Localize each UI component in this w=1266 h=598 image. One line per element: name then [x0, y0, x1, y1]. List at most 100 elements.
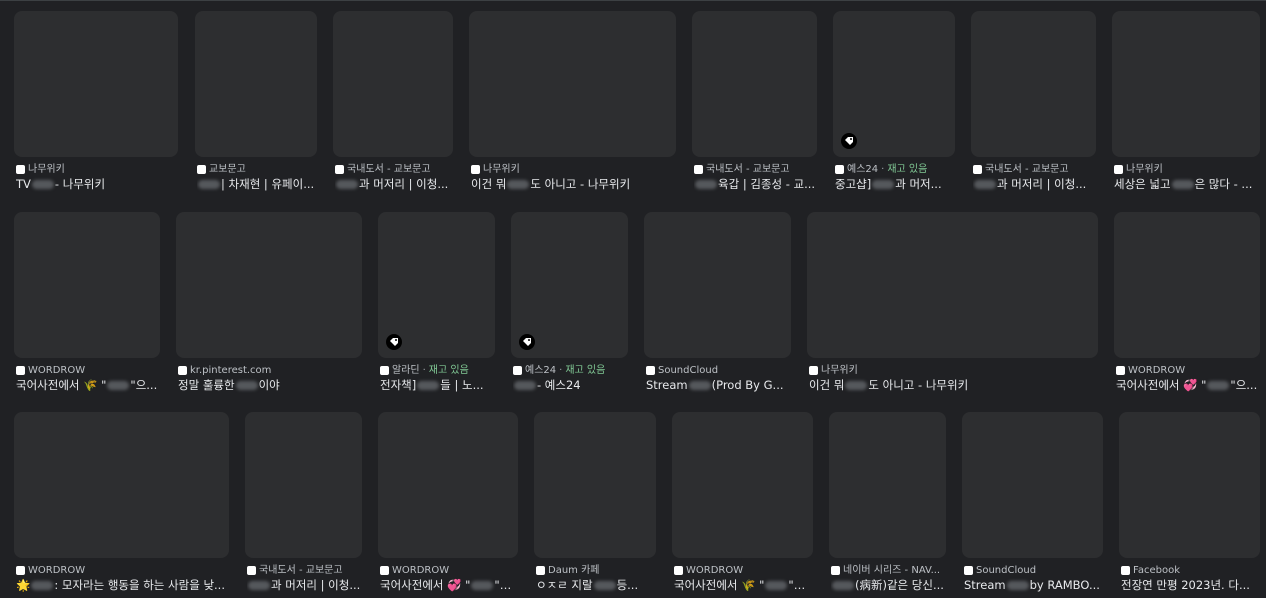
result-title[interactable]: 육갑 | 김종성 - 교...	[694, 177, 817, 192]
stock-status: 재고 있음	[428, 365, 469, 376]
title-text: (Prod By G...	[711, 378, 784, 392]
result-thumbnail[interactable]	[14, 412, 229, 558]
image-result-card[interactable]: WORDROW 🌟: 모자라는 행동을 하는 사람을 낮...	[14, 412, 229, 598]
source-name: 예스24	[525, 365, 557, 376]
result-title[interactable]: - 예스24	[513, 378, 628, 393]
title-text: 과 머저리 | 이청...	[997, 177, 1087, 191]
image-result-card[interactable]: kr.pinterest.com 정말 훌륭한 이야	[176, 212, 362, 398]
source-name: 국내도서 - 교보문고	[347, 164, 431, 175]
result-source: 예스24 · 재고 있음	[835, 163, 955, 176]
result-thumbnail[interactable]	[971, 11, 1096, 157]
source-name: SoundCloud	[658, 365, 719, 376]
result-title[interactable]: 전장연 만평 2023년. 다...	[1121, 578, 1260, 593]
result-thumbnail[interactable]	[807, 212, 1098, 358]
result-source: 알라딘 · 재고 있음	[380, 364, 495, 377]
image-result-card[interactable]: Daum 카페 ㅇㅈㄹ 지랄 등...	[534, 412, 656, 598]
title-text: 국어사전에서 🌾 "	[674, 578, 765, 592]
image-result-card[interactable]: 교보문고 | 차재현 | 유페이...	[195, 11, 317, 197]
result-thumbnail[interactable]	[245, 412, 362, 558]
result-thumbnail[interactable]	[644, 212, 791, 358]
source-name: SoundCloud	[976, 565, 1037, 576]
result-thumbnail[interactable]	[14, 11, 178, 157]
result-title[interactable]: 국어사전에서 🌾 " "으...	[674, 578, 813, 593]
result-title[interactable]: (病新)같은 당신...	[831, 578, 946, 593]
result-thumbnail[interactable]	[14, 212, 160, 358]
source-name: 나무위키	[483, 164, 520, 175]
image-result-card[interactable]: 국내도서 - 교보문고과 머저리 | 이청...	[333, 11, 453, 197]
result-thumbnail[interactable]	[176, 212, 362, 358]
image-result-card[interactable]: Facebook 전장연 만평 2023년. 다...	[1119, 412, 1260, 598]
price-tag-icon	[519, 334, 535, 350]
result-title[interactable]: 과 머저리 | 이청...	[973, 177, 1096, 192]
favicon-icon	[178, 366, 187, 375]
result-thumbnail[interactable]	[1114, 212, 1260, 358]
redacted-text	[198, 180, 220, 189]
redacted-text	[507, 180, 530, 189]
result-title[interactable]: 국어사전에서 🌾 " "으...	[16, 378, 160, 393]
source-name: kr.pinterest.com	[190, 365, 272, 376]
source-name: WORDROW	[686, 565, 744, 576]
image-result-card[interactable]: 예스24 · 재고 있음 중고샵] 과 머저...	[833, 11, 955, 197]
result-title[interactable]: Stream (Prod By G...	[646, 378, 791, 393]
result-title[interactable]: 과 머저리 | 이청...	[335, 177, 453, 192]
title-text: : 모자라는 행동을 하는 사람을 낮...	[54, 578, 225, 592]
result-thumbnail[interactable]	[378, 412, 518, 558]
result-title[interactable]: | 차재현 | 유페이...	[197, 177, 317, 192]
result-thumbnail[interactable]	[962, 412, 1103, 558]
image-result-card[interactable]: 네이버 시리즈 - NAV... (病新)같은 당신...	[829, 412, 946, 598]
image-result-card[interactable]: 나무위키이건 뭐 도 아니고 - 나무위키	[469, 11, 676, 197]
image-result-card[interactable]: 나무위키 TV - 나무위키	[14, 11, 178, 197]
result-title[interactable]: 이건 뭐 도 아니고 - 나무위키	[809, 378, 1098, 393]
result-title[interactable]: 중고샵] 과 머저...	[835, 177, 955, 192]
image-result-card[interactable]: 국내도서 - 교보문고 과 머저리 | 이청...	[971, 11, 1096, 197]
result-thumbnail[interactable]	[1112, 11, 1260, 157]
result-thumbnail[interactable]	[672, 412, 813, 558]
favicon-icon	[674, 566, 683, 575]
image-result-card[interactable]: WORDROW 국어사전에서 🌾 " "으...	[14, 212, 160, 398]
result-source: 나무위키	[16, 163, 178, 176]
result-title[interactable]: TV - 나무위키	[16, 177, 178, 192]
result-thumbnail[interactable]	[1119, 412, 1260, 558]
title-text: 과 머저리 | 이청...	[359, 177, 449, 191]
image-result-card[interactable]: WORDROW 국어사전에서 🌾 " "으...	[672, 412, 813, 598]
result-title[interactable]: 국어사전에서 💞 " "으...	[380, 578, 518, 593]
result-thumbnail[interactable]	[829, 412, 946, 558]
image-result-card[interactable]: 국내도서 - 교보문고과 머저리 | 이청...	[245, 412, 362, 598]
image-result-card[interactable]: WORDROW 국어사전에서 💞 " "으...	[378, 412, 518, 598]
source-name: 국내도서 - 교보문고	[259, 565, 343, 576]
image-result-card[interactable]: 알라딘 · 재고 있음 전자책] 들 | 노...	[378, 212, 495, 398]
result-thumbnail[interactable]	[195, 11, 317, 157]
result-thumbnail[interactable]	[333, 11, 453, 157]
result-title[interactable]: Stream by RAMBO...	[964, 578, 1103, 593]
image-result-card[interactable]: SoundCloud Stream (Prod By G...	[644, 212, 791, 398]
redacted-text	[31, 180, 54, 189]
result-source: Daum 카페	[536, 564, 656, 577]
image-result-card[interactable]: SoundCloud Stream by RAMBO...	[962, 412, 1103, 598]
result-title[interactable]: 세상은 넓고 은 많다 - ...	[1114, 177, 1260, 192]
image-result-card[interactable]: WORDROW 국어사전에서 💞 " "으...	[1114, 212, 1260, 398]
result-title[interactable]: 과 머저리 | 이청...	[247, 578, 362, 593]
image-result-card[interactable]: 나무위키 이건 뭐 도 아니고 - 나무위키	[807, 212, 1098, 398]
result-title[interactable]: 이건 뭐 도 아니고 - 나무위키	[471, 177, 676, 192]
price-tag-icon	[386, 334, 402, 350]
result-title[interactable]: 국어사전에서 💞 " "으...	[1116, 378, 1260, 393]
result-thumbnail[interactable]	[378, 212, 495, 358]
title-text: - 예스24	[537, 378, 581, 392]
result-title[interactable]: ㅇㅈㄹ 지랄 등...	[536, 578, 656, 593]
result-thumbnail[interactable]	[534, 412, 656, 558]
result-thumbnail[interactable]	[692, 11, 817, 157]
image-result-card[interactable]: 나무위키세상은 넓고 은 많다 - ...	[1112, 11, 1260, 197]
image-result-card[interactable]: 국내도서 - 교보문고 육갑 | 김종성 - 교...	[692, 11, 817, 197]
result-title[interactable]: 정말 훌륭한 이야	[178, 378, 362, 393]
result-title[interactable]: 전자책] 들 | 노...	[380, 378, 495, 393]
result-thumbnail[interactable]	[833, 11, 955, 157]
result-source: Facebook	[1121, 564, 1260, 577]
title-text: (病新)같은 당신...	[855, 578, 944, 592]
image-result-card[interactable]: 예스24 · 재고 있음 - 예스24	[511, 212, 628, 398]
stock-status: 재고 있음	[887, 164, 928, 175]
result-thumbnail[interactable]	[511, 212, 628, 358]
source-name: 나무위키	[1126, 164, 1163, 175]
result-title[interactable]: 🌟: 모자라는 행동을 하는 사람을 낮...	[16, 578, 229, 593]
result-thumbnail[interactable]	[469, 11, 676, 157]
favicon-icon	[973, 165, 982, 174]
